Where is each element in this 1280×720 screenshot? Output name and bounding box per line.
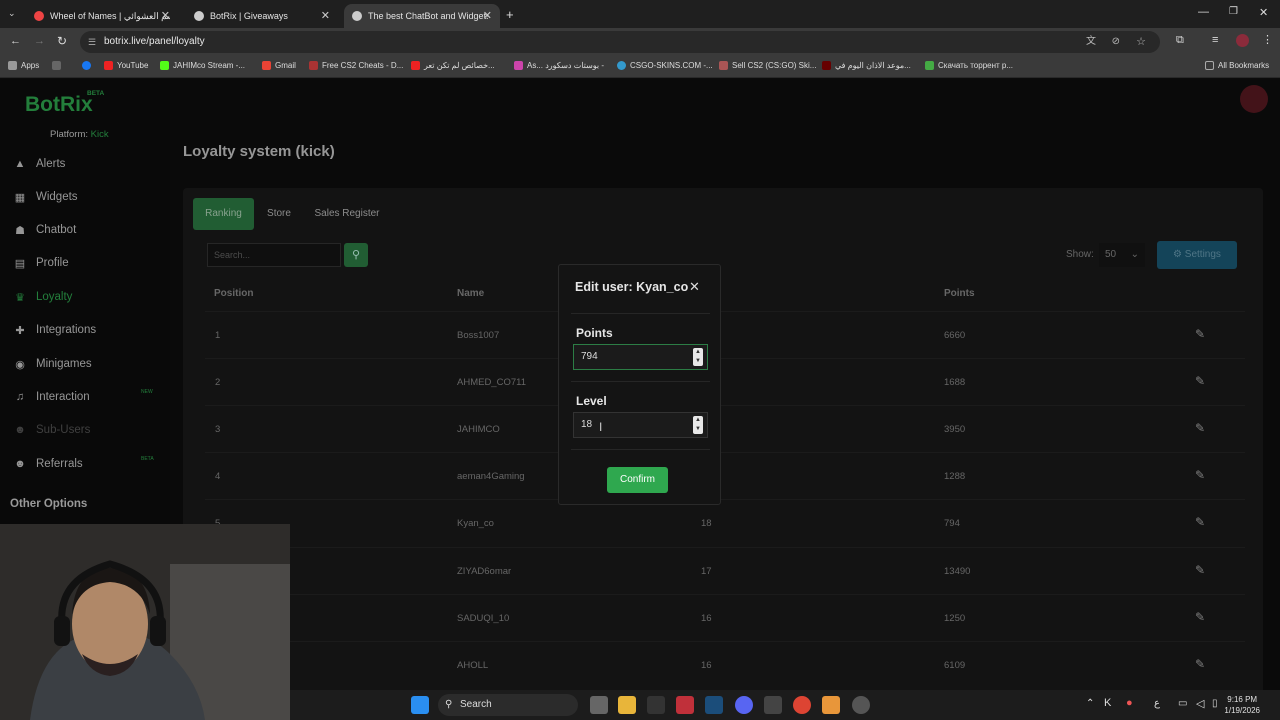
eye-off-icon[interactable]: ⊘ — [1112, 31, 1120, 53]
speaker-icon[interactable]: ◁ — [1196, 697, 1204, 710]
bookmark-csgo-skins[interactable]: CSGO-SKINS.COM -... — [617, 61, 713, 70]
wheel-favicon-icon — [34, 11, 44, 21]
tab-title: Wheel of Names | إسم العشوائي — [50, 10, 170, 21]
url-text: botrix.live/panel/loyalty — [104, 36, 205, 47]
grid-icon — [52, 61, 61, 70]
bookmark-youtube[interactable]: YouTube — [104, 61, 148, 70]
bookmark-gmail[interactable]: Gmail — [262, 61, 296, 70]
task-view-icon[interactable] — [590, 696, 608, 714]
divider — [571, 381, 710, 382]
search-icon: ⚲ — [445, 699, 453, 710]
app-icon[interactable] — [764, 696, 782, 714]
number-stepper-icon[interactable]: ▲ ▼ — [693, 348, 703, 366]
star-icon[interactable]: ☆ — [1136, 31, 1146, 53]
address-bar: ← → ↻ ☰ botrix.live/panel/loyalty 文 ⊘ ☆ … — [0, 28, 1280, 56]
menu-icon[interactable]: ⋮ — [1262, 33, 1273, 46]
site-icon — [617, 61, 626, 70]
taskbar-search[interactable]: ⚲ Search — [438, 694, 578, 716]
divider — [571, 313, 710, 314]
network-icon[interactable]: ▭ — [1178, 698, 1187, 709]
text-cursor-icon: I — [599, 420, 603, 434]
webcam-overlay — [0, 524, 290, 720]
close-icon[interactable]: ✕ — [321, 9, 330, 22]
minimize-icon[interactable]: — — [1198, 6, 1209, 18]
bookmark-all[interactable]: All Bookmarks — [1205, 61, 1269, 70]
reload-icon[interactable]: ↻ — [57, 34, 67, 48]
tab-wheel-of-names[interactable]: Wheel of Names | إسم العشوائي ✕ — [26, 4, 178, 28]
bookmark-discord-posts[interactable]: As... بوستات دسكورد - — [514, 61, 604, 70]
streamer-webcam-image — [0, 524, 290, 720]
kick-icon — [160, 61, 169, 70]
window-close-icon[interactable]: ✕ — [1259, 6, 1268, 19]
battery-icon[interactable]: ▯ — [1212, 698, 1218, 709]
bookmark-sell-cs2[interactable]: Sell CS2 (CS:GO) Ski... — [719, 61, 816, 70]
new-tab-icon[interactable]: + — [506, 7, 514, 22]
tab-chatbot[interactable]: The best ChatBot and Widgets ✕ — [344, 4, 500, 28]
app-icon[interactable] — [647, 696, 665, 714]
windows-taskbar: ⚲ Search ⌃ K ● ع ▭ ◁ ▯ 9:16 PM 1/19/2026 — [290, 690, 1280, 720]
level-field[interactable]: 18 I ▲ ▼ — [573, 412, 708, 438]
bookmark-torrent[interactable]: Скачать торрент р... — [925, 61, 1013, 70]
gem-icon — [514, 61, 523, 70]
site-icon — [309, 61, 318, 70]
steam-icon[interactable] — [705, 696, 723, 714]
kick-tray-icon[interactable]: K — [1104, 697, 1111, 709]
tab-title: BotRix | Giveaways — [210, 11, 288, 21]
tab-search-icon[interactable]: ≡ — [1212, 34, 1218, 46]
facebook-icon — [82, 61, 91, 70]
bookmark-cs2-cheats[interactable]: Free CS2 Cheats - D... — [309, 61, 403, 70]
apps-grid-icon — [8, 61, 17, 70]
chevron-up-icon[interactable]: ⌃ — [1086, 698, 1094, 709]
divider — [571, 449, 710, 450]
chrome-icon[interactable] — [793, 696, 811, 714]
app-icon[interactable] — [676, 696, 694, 714]
close-icon[interactable]: ✕ — [161, 9, 170, 22]
gmail-icon — [262, 61, 271, 70]
points-label: Points — [576, 326, 613, 340]
bookmark-jahimco[interactable]: JAHIMco Stream -... — [160, 61, 245, 70]
extensions-icon[interactable]: ⧉ — [1176, 34, 1184, 47]
bookmark-grid[interactable] — [52, 61, 65, 70]
app-icon[interactable] — [822, 696, 840, 714]
level-label: Level — [576, 394, 607, 408]
youtube-icon — [104, 61, 113, 70]
botrix-favicon-icon — [352, 11, 362, 21]
bookmark-prayer-times[interactable]: موعد الاذان اليوم في... — [822, 61, 911, 70]
modal-title: Edit user: Kyan_co — [575, 280, 689, 294]
browser-tab-bar: ⌄ Wheel of Names | إسم العشوائي ✕ BotRix… — [0, 0, 1280, 28]
bookmark-apps[interactable]: Apps — [8, 61, 39, 70]
site-icon — [719, 61, 728, 70]
windows-start-icon[interactable] — [411, 696, 429, 714]
url-field[interactable]: ☰ botrix.live/panel/loyalty 文 ⊘ ☆ — [80, 31, 1160, 53]
obs-icon[interactable] — [852, 696, 870, 714]
profile-avatar[interactable] — [1236, 34, 1249, 47]
number-stepper-icon[interactable]: ▲ ▼ — [693, 416, 703, 434]
bookmark-facebook[interactable] — [82, 61, 95, 70]
discord-icon[interactable] — [735, 696, 753, 714]
tab-giveaways[interactable]: BotRix | Giveaways ✕ — [186, 4, 338, 28]
bookmark-features[interactable]: خصائص لم تكن تعر... — [411, 61, 495, 70]
edit-user-modal: Edit user: Kyan_co ✕ Points 794 ▲ ▼ Level… — [558, 264, 721, 505]
mic-icon[interactable]: ● — [1126, 697, 1133, 709]
site-info-icon[interactable]: ☰ — [88, 31, 96, 53]
folder-icon — [1205, 61, 1214, 70]
site-icon — [925, 61, 934, 70]
tab-list-icon[interactable]: ⌄ — [8, 8, 16, 19]
bookmarks-bar: Apps YouTube JAHIMco Stream -... Gmail F… — [0, 56, 1280, 78]
botrix-favicon-icon — [194, 11, 204, 21]
close-icon[interactable]: ✕ — [483, 9, 492, 22]
confirm-button[interactable]: Confirm — [607, 467, 668, 493]
close-icon[interactable]: ✕ — [689, 279, 700, 295]
tab-title: The best ChatBot and Widgets — [368, 11, 488, 21]
youtube-icon — [411, 61, 420, 70]
file-explorer-icon[interactable] — [618, 696, 636, 714]
points-field[interactable]: 794 ▲ ▼ — [573, 344, 708, 370]
back-icon[interactable]: ← — [10, 35, 21, 47]
site-icon — [822, 61, 831, 70]
forward-icon[interactable]: → — [34, 35, 45, 47]
language-indicator[interactable]: ع — [1154, 698, 1160, 709]
clock[interactable]: 9:16 PM 1/19/2026 — [1224, 694, 1260, 716]
translate-icon[interactable]: 文 — [1086, 31, 1096, 53]
restore-icon[interactable]: ❐ — [1229, 6, 1238, 17]
